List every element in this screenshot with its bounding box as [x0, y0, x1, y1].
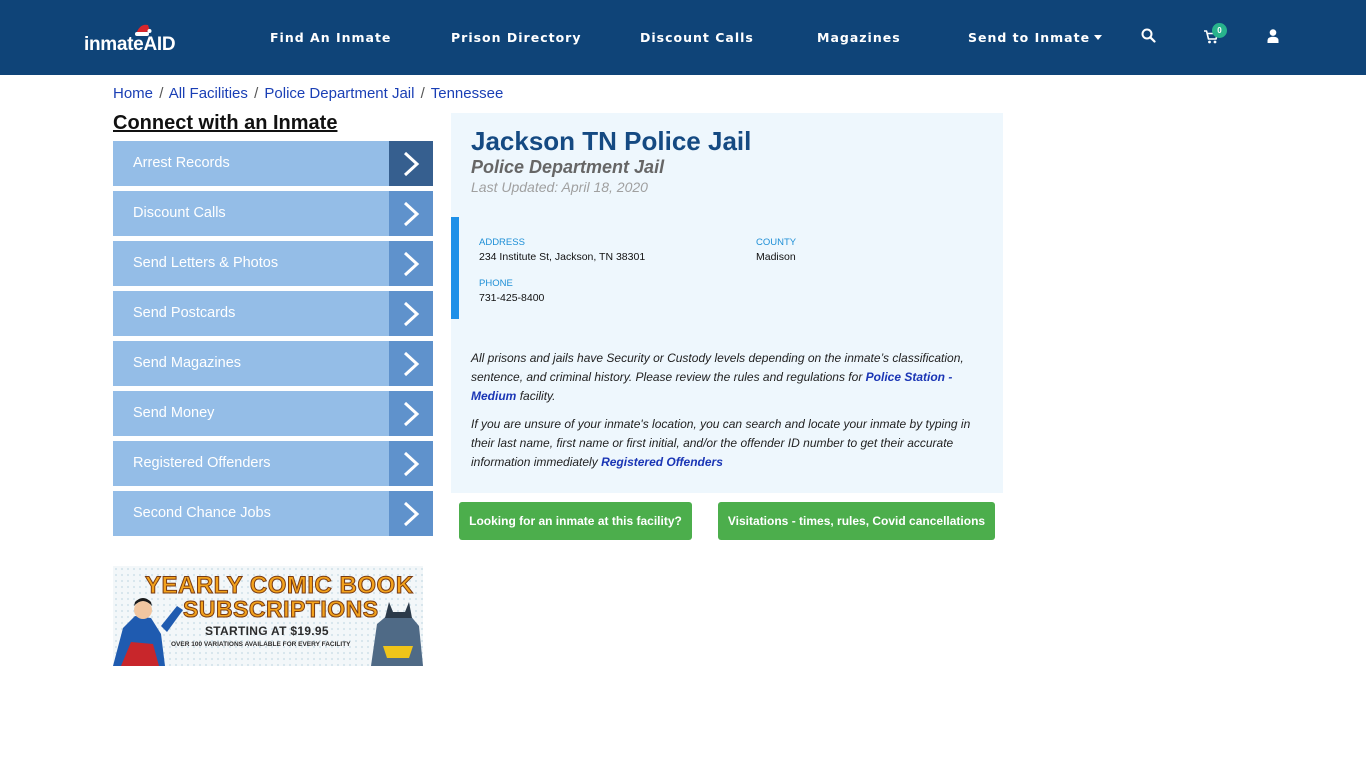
comic-subscription-banner[interactable]: YEARLY COMIC BOOK SUBSCRIPTIONS STARTING…	[113, 566, 423, 666]
breadcrumb-police-department-jail[interactable]: Police Department Jail	[264, 85, 414, 102]
sidebar-item-registered-offenders[interactable]: Registered Offenders	[113, 441, 433, 486]
site-logo[interactable]: inmateAID	[84, 22, 184, 56]
phone-label: PHONE	[479, 278, 513, 289]
breadcrumb-separator: /	[254, 85, 259, 102]
facility-type: Police Department Jail	[471, 157, 665, 177]
search-icon[interactable]	[1141, 28, 1156, 43]
sidebar-item-send-money[interactable]: Send Money	[113, 391, 433, 436]
nav-send-to-inmate-label: Send to Inmate	[968, 30, 1091, 45]
chevron-right-icon	[389, 141, 433, 186]
sidebar-item-label: Arrest Records	[133, 155, 230, 171]
chevron-right-icon	[389, 341, 433, 386]
promo-line-4: OVER 100 VARIATIONS AVAILABLE FOR EVERY …	[171, 641, 351, 648]
nav-prison-directory[interactable]: Prison Directory	[451, 30, 581, 45]
breadcrumb-separator: /	[159, 85, 164, 102]
sidebar-title: Connect with an Inmate	[113, 112, 338, 134]
sidebar-item-label: Registered Offenders	[133, 455, 271, 471]
security-tail: facility.	[519, 389, 556, 403]
phone-value: 731-425-8400	[479, 292, 545, 304]
sidebar-item-send-magazines[interactable]: Send Magazines	[113, 341, 433, 386]
chevron-right-icon	[389, 491, 433, 536]
address-label: ADDRESS	[479, 237, 525, 248]
info-accent-bar	[451, 217, 459, 319]
county-value: Madison	[756, 251, 796, 263]
breadcrumb-separator: /	[420, 85, 425, 102]
security-paragraph: All prisons and jails have Security or C…	[471, 349, 983, 406]
breadcrumb-home[interactable]: Home	[113, 85, 153, 102]
sidebar-item-arrest-records[interactable]: Arrest Records	[113, 141, 433, 186]
nav-magazines[interactable]: Magazines	[817, 30, 901, 45]
sidebar-item-send-letters-photos[interactable]: Send Letters & Photos	[113, 241, 433, 286]
sidebar-item-label: Send Letters & Photos	[133, 255, 279, 271]
promo-line-2: SUBSCRIPTIONS	[183, 596, 379, 623]
chevron-right-icon	[389, 391, 433, 436]
breadcrumb-all-facilities[interactable]: All Facilities	[169, 85, 248, 102]
chevron-right-icon	[389, 441, 433, 486]
cart-count-badge: 0	[1212, 23, 1227, 38]
top-navbar: inmateAID Find An Inmate Prison Director…	[0, 0, 1366, 75]
sidebar-item-send-postcards[interactable]: Send Postcards	[113, 291, 433, 336]
county-label: COUNTY	[756, 237, 797, 248]
sidebar-item-label: Second Chance Jobs	[133, 505, 271, 521]
visitation-button[interactable]: Visitations - times, rules, Covid cancel…	[718, 502, 995, 540]
breadcrumb: Home / All Facilities / Police Departmen…	[113, 85, 503, 102]
caret-down-icon	[1094, 35, 1103, 40]
registered-offenders-link[interactable]: Registered Offenders	[601, 455, 723, 469]
sidebar-item-label: Send Money	[133, 405, 215, 421]
looking-for-inmate-button[interactable]: Looking for an inmate at this facility?	[459, 502, 692, 540]
sidebar-item-label: Discount Calls	[133, 205, 226, 221]
sidebar-item-second-chance-jobs[interactable]: Second Chance Jobs	[113, 491, 433, 536]
sidebar-item-discount-calls[interactable]: Discount Calls	[113, 191, 433, 236]
address-value: 234 Institute St, Jackson, TN 38301	[479, 251, 646, 263]
chevron-right-icon	[389, 291, 433, 336]
chevron-right-icon	[389, 241, 433, 286]
chevron-right-icon	[389, 191, 433, 236]
nav-find-an-inmate[interactable]: Find An Inmate	[270, 30, 391, 45]
user-icon[interactable]	[1267, 29, 1279, 43]
nav-discount-calls[interactable]: Discount Calls	[640, 30, 754, 45]
breadcrumb-tennessee[interactable]: Tennessee	[431, 85, 504, 102]
last-updated: Last Updated: April 18, 2020	[471, 179, 648, 195]
sidebar-menu: Arrest Records Discount Calls Send Lette…	[113, 141, 433, 541]
logo-text: inmateAID	[84, 34, 176, 55]
promo-line-3: STARTING AT $19.95	[205, 624, 329, 638]
facility-title: Jackson TN Police Jail	[471, 126, 752, 156]
locate-paragraph: If you are unsure of your inmate's locat…	[471, 415, 983, 472]
sidebar-item-label: Send Postcards	[133, 305, 236, 321]
nav-send-to-inmate[interactable]: Send to Inmate	[968, 30, 1103, 45]
sidebar-item-label: Send Magazines	[133, 355, 242, 371]
